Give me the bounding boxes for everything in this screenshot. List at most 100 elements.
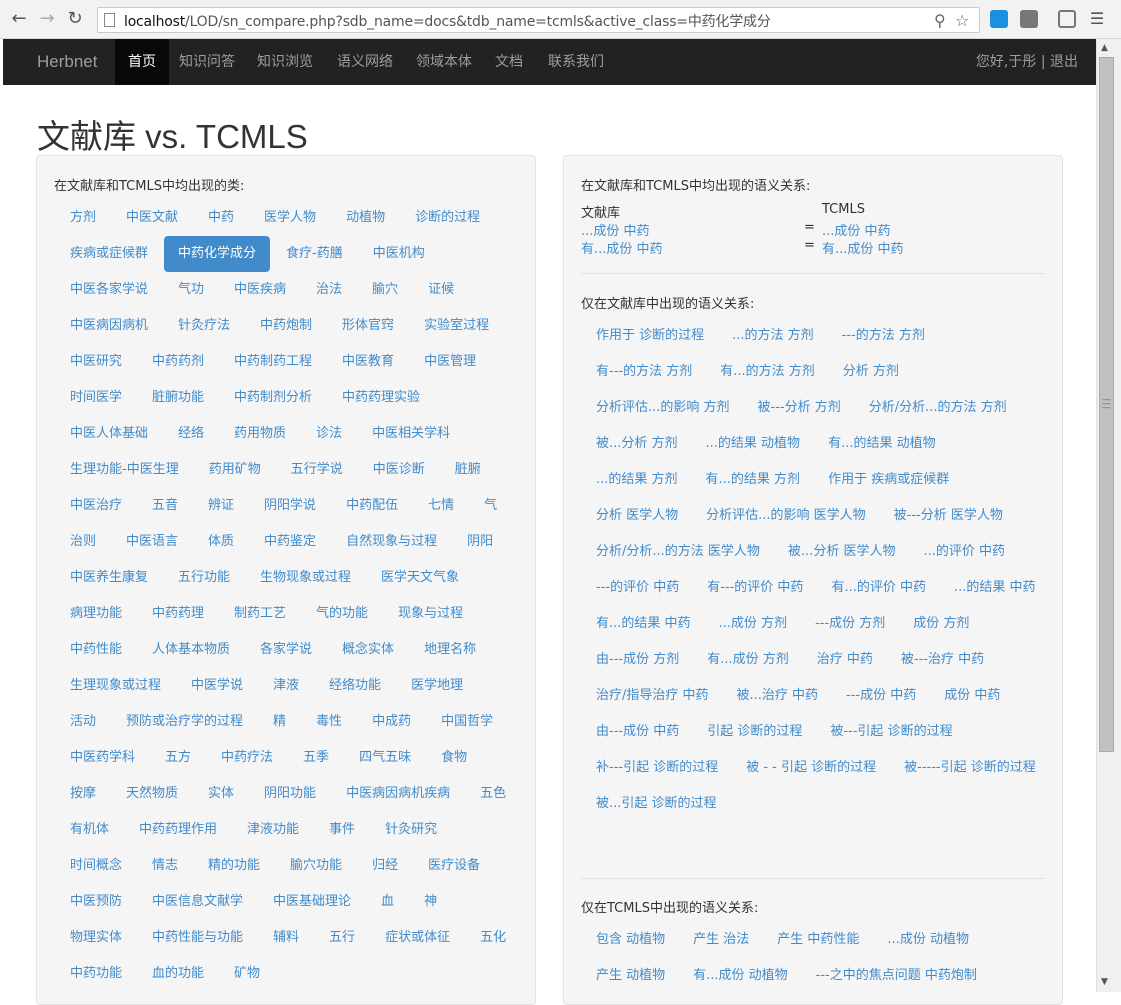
class-pill[interactable]: 证候 xyxy=(414,272,468,308)
nav-item[interactable]: 知识浏览 xyxy=(257,39,313,85)
nav-item[interactable]: 首页 xyxy=(115,39,169,85)
menu-icon[interactable]: ☰ xyxy=(1086,8,1108,30)
class-pill[interactable]: 辅料 xyxy=(259,920,313,956)
class-pill[interactable]: 疾病或症候群 xyxy=(56,236,162,272)
relation-pill[interactable]: 有...的评价 中药 xyxy=(816,570,941,606)
class-pill[interactable]: 中药药理实验 xyxy=(328,380,434,416)
scroll-down-icon[interactable]: ▼ xyxy=(1101,977,1108,987)
class-pill[interactable]: 中医各家学说 xyxy=(56,272,162,308)
class-pill[interactable]: 制药工艺 xyxy=(220,596,300,632)
class-pill[interactable]: 诊法 xyxy=(302,416,356,452)
class-pill[interactable]: 活动 xyxy=(56,704,110,740)
relation-pill[interactable]: ---之中的焦点问题 中药炮制 xyxy=(801,958,992,994)
class-pill[interactable]: 经络 xyxy=(164,416,218,452)
class-pill[interactable]: 四气五味 xyxy=(345,740,425,776)
class-pill[interactable]: 病理功能 xyxy=(56,596,136,632)
class-pill[interactable]: 预防或治疗学的过程 xyxy=(112,704,257,740)
mail-icon[interactable] xyxy=(1058,10,1076,28)
class-pill[interactable]: 生物现象或过程 xyxy=(246,560,365,596)
forward-icon[interactable]: → xyxy=(36,8,58,30)
class-pill[interactable]: 中医药学科 xyxy=(56,740,149,776)
class-pill[interactable]: 食疗-药膳 xyxy=(272,236,357,272)
relation-pill[interactable]: 有...的结果 方剂 xyxy=(691,462,816,498)
relation-pill[interactable]: 成份 中药 xyxy=(929,678,1015,714)
relation-pill[interactable]: 分析/分析...的方法 医学人物 xyxy=(581,534,775,570)
class-pill[interactable]: 中医基础理论 xyxy=(259,884,365,920)
class-pill[interactable]: 实验室过程 xyxy=(410,308,503,344)
class-pill[interactable]: 生理现象或过程 xyxy=(56,668,175,704)
search-icon[interactable]: ⚲ xyxy=(934,11,946,30)
relation-pill[interactable]: ---的评价 中药 xyxy=(581,570,694,606)
class-pill[interactable]: 津液功能 xyxy=(233,812,313,848)
relation-pill[interactable]: 被...治疗 中药 xyxy=(722,678,834,714)
relation-pill[interactable]: 有...成份 动植物 xyxy=(678,958,803,994)
class-pill[interactable]: 生理功能-中医生理 xyxy=(56,452,193,488)
relation-pill[interactable]: 有...的结果 动植物 xyxy=(813,426,951,462)
class-pill[interactable]: 中医学说 xyxy=(177,668,257,704)
relation-link[interactable]: 有...成份 中药 xyxy=(822,238,904,257)
class-pill[interactable]: 针灸疗法 xyxy=(164,308,244,344)
relation-pill[interactable]: ...的方法 方剂 xyxy=(717,318,829,354)
relation-pill[interactable]: 被...引起 诊断的过程 xyxy=(581,786,732,822)
relation-pill[interactable]: 被 - - 引起 诊断的过程 xyxy=(731,750,891,786)
class-pill[interactable]: 治法 xyxy=(302,272,356,308)
relation-link[interactable]: 有...成份 中药 xyxy=(581,238,663,257)
nav-item[interactable]: 领域本体 xyxy=(416,39,472,85)
class-pill[interactable]: 中医预防 xyxy=(56,884,136,920)
relation-pill[interactable]: 被---引起 诊断的过程 xyxy=(815,714,967,750)
class-pill[interactable]: 中国哲学 xyxy=(427,704,507,740)
class-pill[interactable]: 毒性 xyxy=(302,704,356,740)
relation-link[interactable]: ...成份 中药 xyxy=(822,220,891,239)
relation-pill[interactable]: 有...的方法 方剂 xyxy=(705,354,830,390)
class-pill[interactable]: 现象与过程 xyxy=(384,596,477,632)
class-pill[interactable]: 医学人物 xyxy=(250,200,330,236)
relation-pill[interactable]: ...的结果 中药 xyxy=(939,570,1051,606)
relation-pill[interactable]: ---的方法 方剂 xyxy=(827,318,940,354)
relation-pill[interactable]: 被...分析 医学人物 xyxy=(773,534,911,570)
class-pill[interactable]: 情志 xyxy=(138,848,192,884)
brand[interactable]: Herbnet xyxy=(37,52,97,72)
star-icon[interactable]: ☆ xyxy=(955,11,969,30)
extension-icon[interactable] xyxy=(990,10,1008,28)
class-pill[interactable]: 药用物质 xyxy=(220,416,300,452)
class-pill[interactable]: 脏腑 xyxy=(441,452,495,488)
class-pill[interactable]: 五色 xyxy=(466,776,520,812)
class-pill[interactable]: 归经 xyxy=(358,848,412,884)
relation-pill[interactable]: 分析/分析...的方法 方剂 xyxy=(854,390,1022,426)
class-pill[interactable]: 中医管理 xyxy=(410,344,490,380)
class-pill[interactable]: 中药功能 xyxy=(56,956,136,992)
class-pill[interactable]: 精 xyxy=(259,704,300,740)
class-pill[interactable]: 事件 xyxy=(315,812,369,848)
class-pill[interactable]: 中药制药工程 xyxy=(220,344,326,380)
class-pill[interactable]: 腧穴功能 xyxy=(276,848,356,884)
relation-pill[interactable]: ...成份 动植物 xyxy=(872,922,984,958)
relation-pill[interactable]: 被-----引起 诊断的过程 xyxy=(889,750,1051,786)
class-pill[interactable]: 气 xyxy=(470,488,511,524)
class-pill[interactable]: 中药炮制 xyxy=(246,308,326,344)
relation-pill[interactable]: 产生 动植物 xyxy=(581,958,680,994)
class-pill[interactable]: 五方 xyxy=(151,740,205,776)
relation-pill[interactable]: ...的评价 中药 xyxy=(908,534,1020,570)
class-pill[interactable]: 时间医学 xyxy=(56,380,136,416)
class-pill[interactable]: 五季 xyxy=(289,740,343,776)
relation-pill[interactable]: 引起 诊断的过程 xyxy=(692,714,817,750)
class-pill[interactable]: 地理名称 xyxy=(410,632,490,668)
relation-pill[interactable]: 产生 中药性能 xyxy=(762,922,874,958)
class-pill[interactable]: 七情 xyxy=(414,488,468,524)
class-pill[interactable]: 血 xyxy=(367,884,408,920)
relation-pill[interactable]: 有...的结果 中药 xyxy=(581,606,706,642)
class-pill[interactable]: 中医病因病机疾病 xyxy=(332,776,464,812)
class-pill[interactable]: 中药疗法 xyxy=(207,740,287,776)
class-pill[interactable]: 中成药 xyxy=(358,704,425,740)
class-pill[interactable]: 中药 xyxy=(194,200,248,236)
class-pill[interactable]: 人体基本物质 xyxy=(138,632,244,668)
class-pill[interactable]: 按摩 xyxy=(56,776,110,812)
address-bar[interactable]: localhost/LOD/sn_compare.php?sdb_name=do… xyxy=(97,7,980,33)
class-pill[interactable]: 时间概念 xyxy=(56,848,136,884)
class-pill[interactable]: 五行学说 xyxy=(277,452,357,488)
class-pill[interactable]: 动植物 xyxy=(332,200,399,236)
class-pill[interactable]: 五化 xyxy=(466,920,520,956)
class-pill[interactable]: 中药鉴定 xyxy=(250,524,330,560)
class-pill[interactable]: 辨证 xyxy=(194,488,248,524)
class-pill[interactable]: 医学地理 xyxy=(397,668,477,704)
